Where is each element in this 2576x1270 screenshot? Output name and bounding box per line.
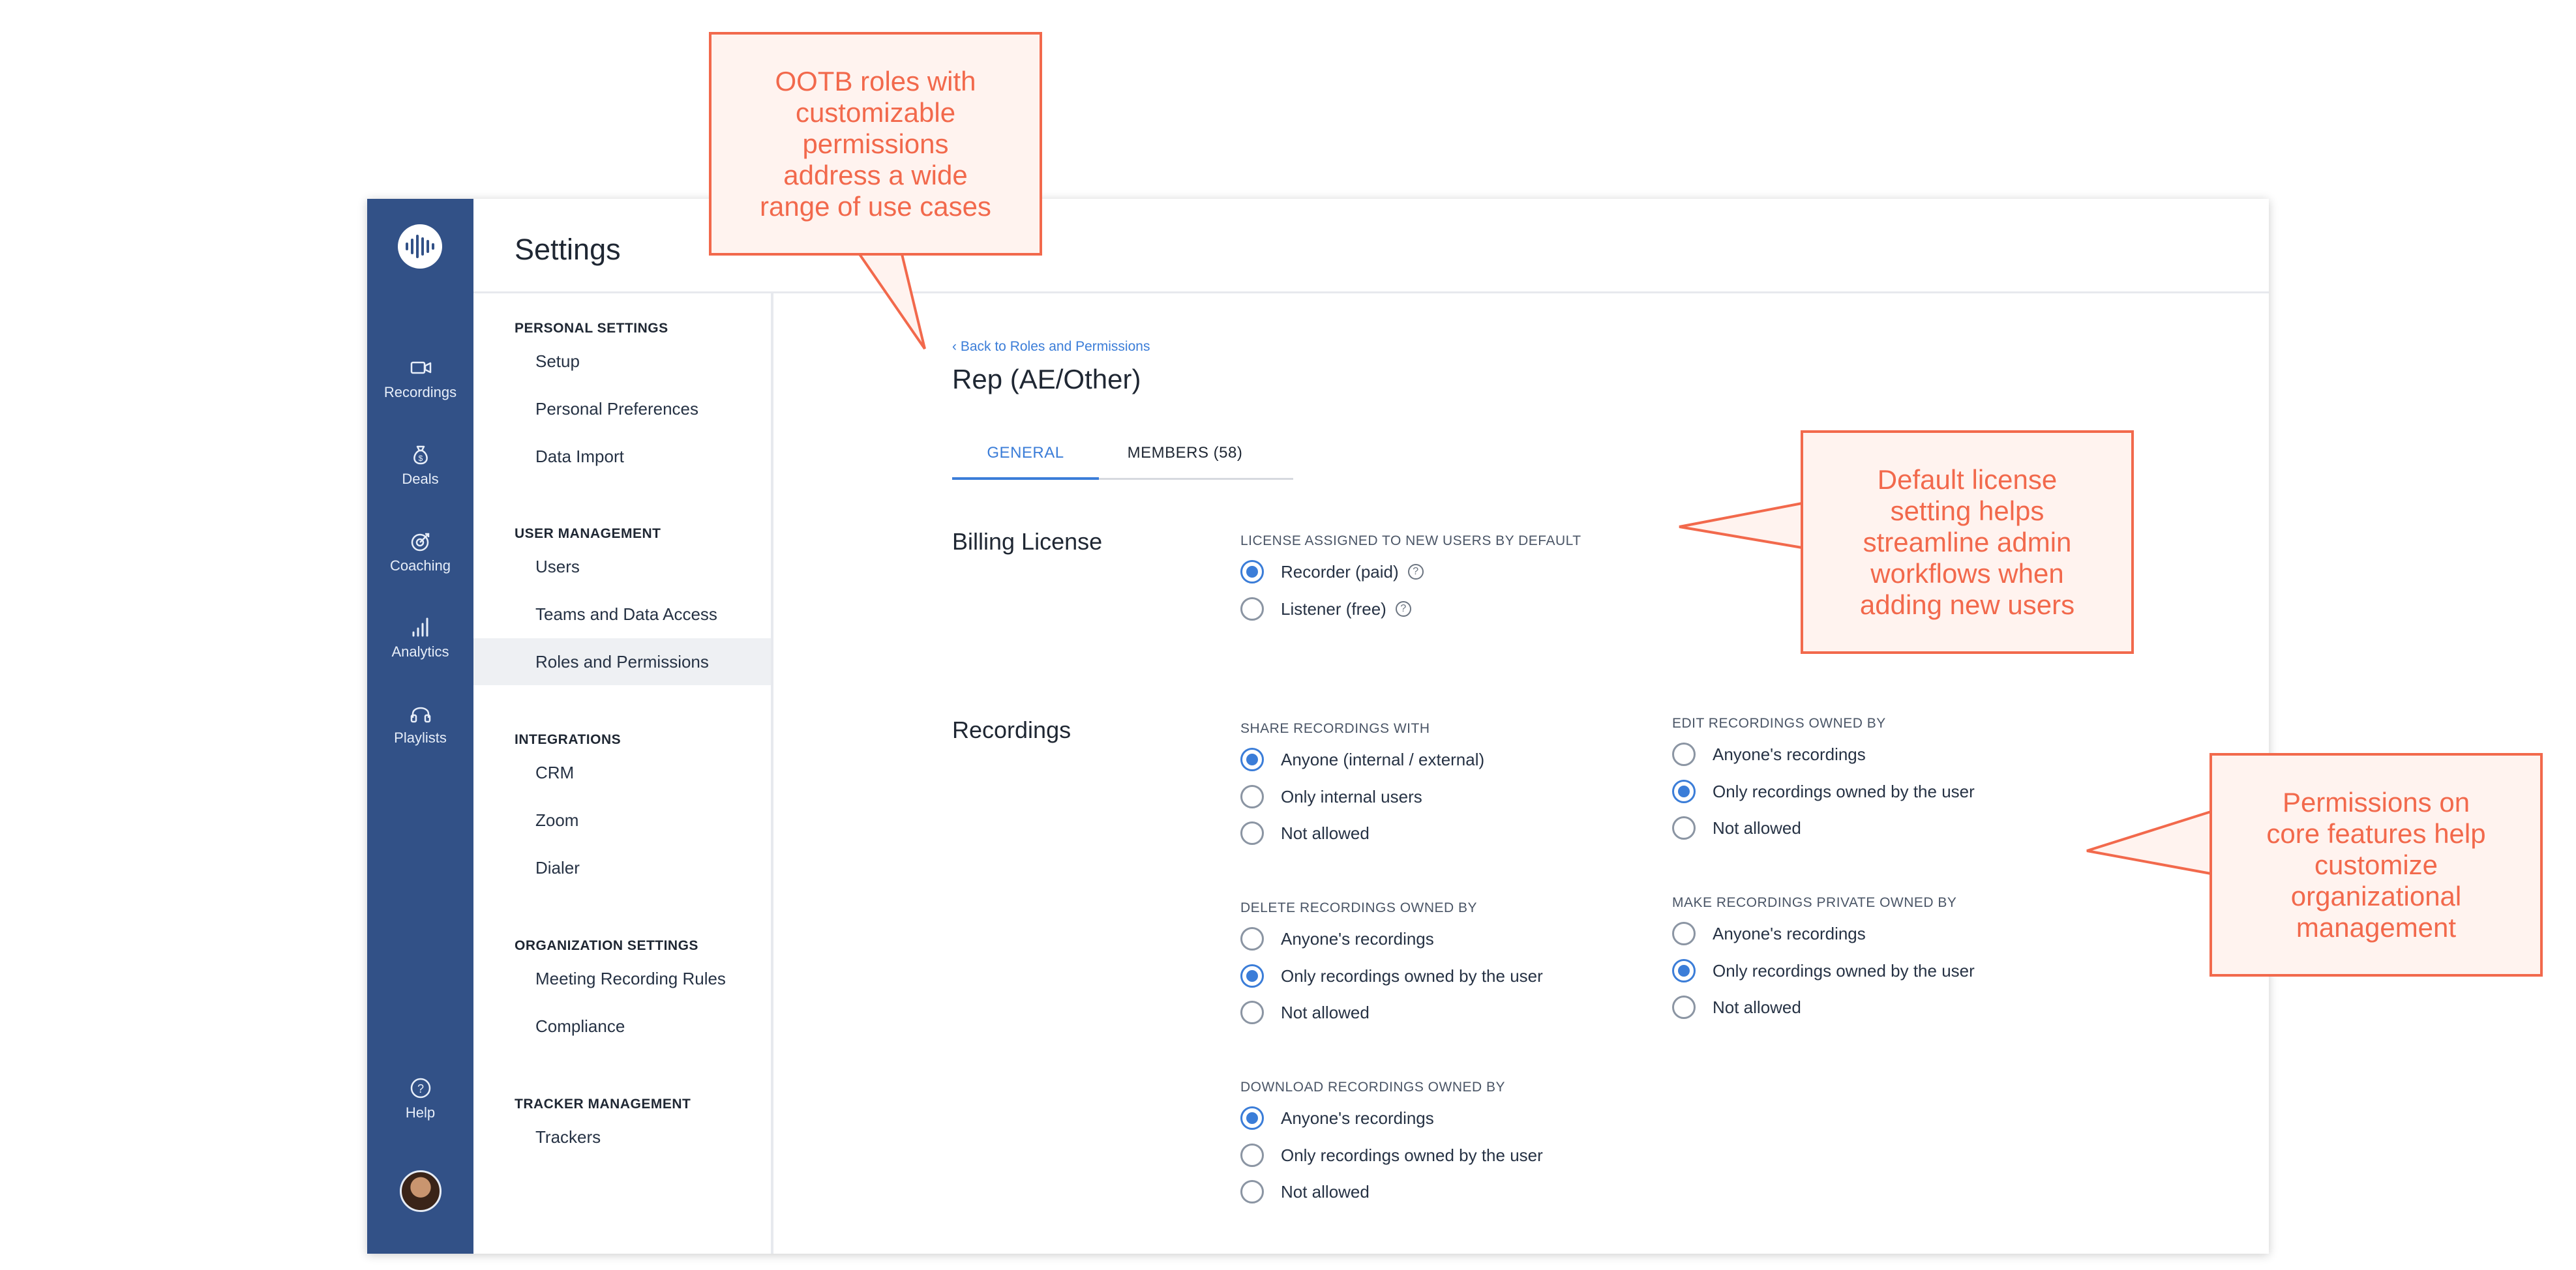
callout-line: adding new users: [1859, 589, 2075, 620]
callout-line: core features help: [2266, 818, 2486, 849]
callout-pointers: [858, 253, 2211, 875]
callout-permissions: Permissions on core features help custom…: [2209, 753, 2543, 977]
callout-line: streamline admin: [1863, 526, 2072, 557]
callout-line: permissions: [802, 128, 949, 159]
callout-roles: OOTB roles with customizable permissions…: [709, 32, 1042, 256]
callout-line: Default license: [1877, 464, 2058, 495]
callout-line: management: [2296, 911, 2457, 943]
callout-line: organizational: [2290, 880, 2462, 911]
callout-line: workflows when: [1870, 557, 2064, 589]
callout-line: customize: [2314, 849, 2438, 880]
callout-line: Permissions on: [2282, 786, 2470, 818]
callout-license: Default license setting helps streamline…: [1801, 430, 2134, 654]
callout-line: customizable: [795, 96, 956, 128]
callout-line: setting helps: [1890, 495, 2044, 526]
callout-line: range of use cases: [760, 190, 991, 222]
callout-line: OOTB roles with: [775, 65, 976, 96]
callout-line: address a wide: [783, 159, 968, 190]
